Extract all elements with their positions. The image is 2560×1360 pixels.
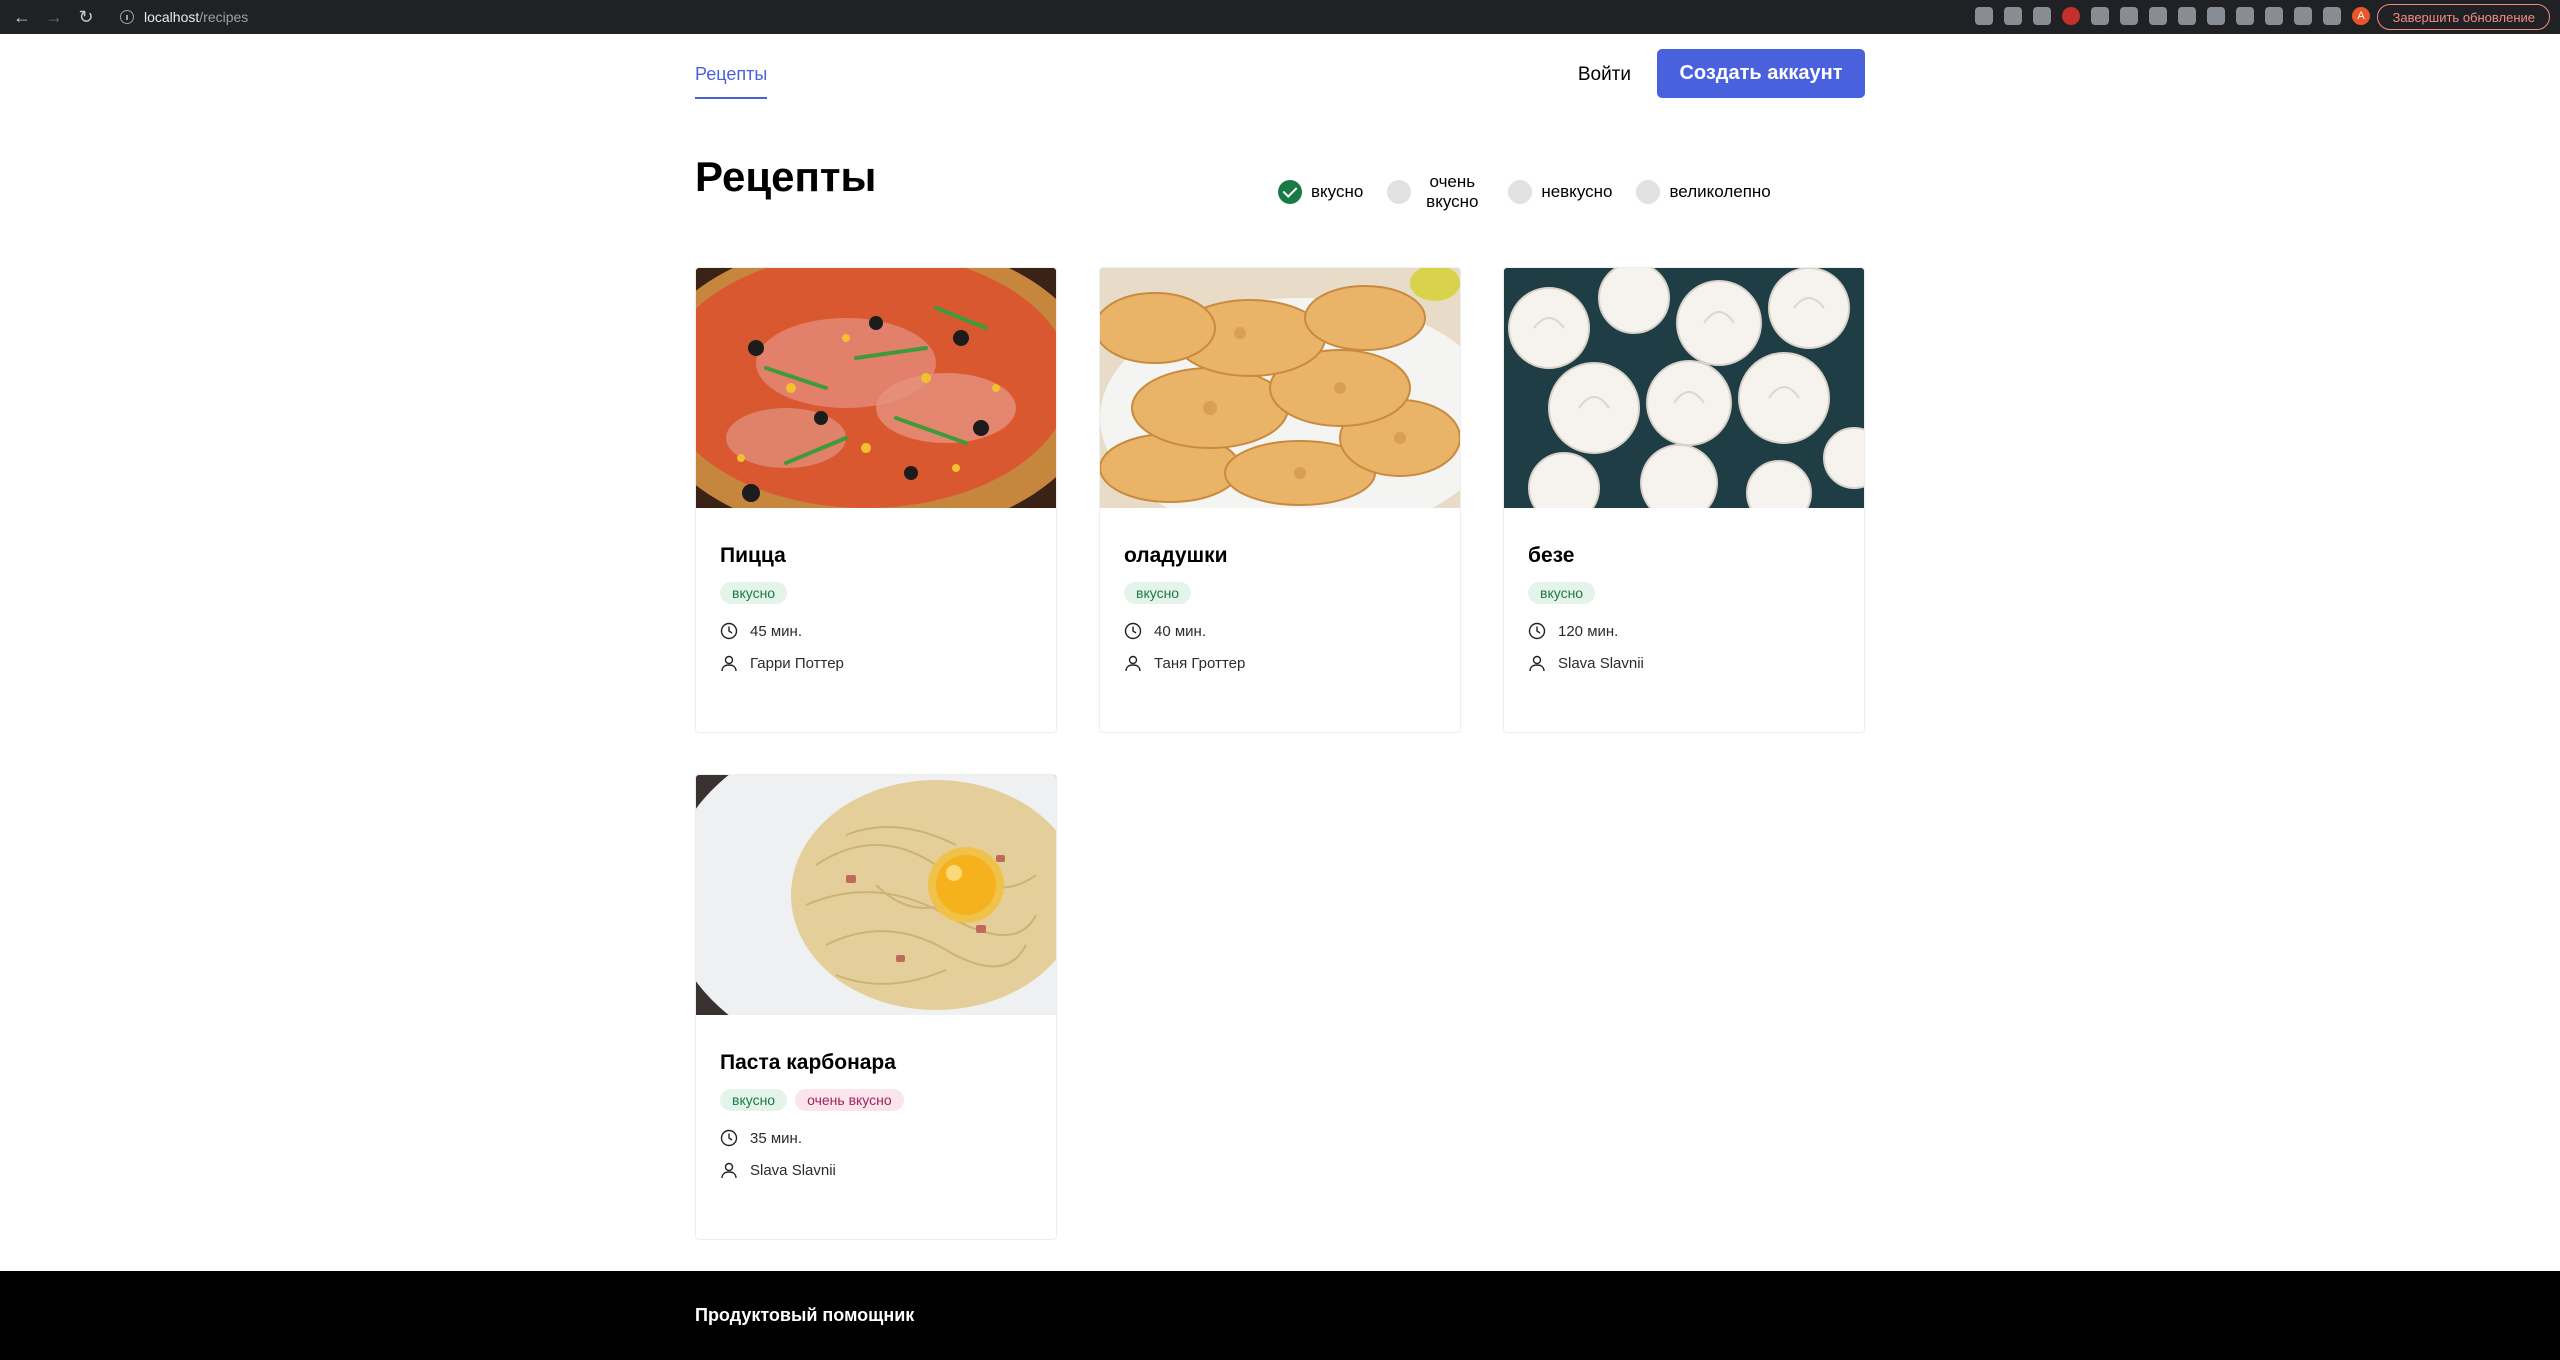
puzzle-extensions-icon[interactable] — [2265, 7, 2283, 25]
site-footer: Продуктовый помощник — [0, 1271, 2560, 1360]
extension-red-icon[interactable] — [2062, 7, 2080, 25]
filter-label-line2: вкусно — [1426, 192, 1479, 211]
user-icon — [721, 1162, 737, 1179]
browser-toolbar: ← → ↻ localhost/recipes A Завершить обно… — [0, 0, 2560, 34]
tag-badge: вкусно — [1528, 582, 1596, 604]
site-info-icon[interactable] — [120, 10, 134, 24]
clock-icon — [720, 1129, 738, 1147]
cooking-time: 45 мин. — [720, 622, 1032, 640]
recipe-card[interactable]: Паста карбонара вкусно очень вкусно 35 м… — [695, 774, 1057, 1240]
clock-icon — [720, 622, 738, 640]
install-app-icon[interactable] — [1975, 7, 1993, 25]
extension-icon[interactable] — [2120, 7, 2138, 25]
carbonara-photo[interactable] — [696, 775, 1056, 1015]
author: Таня Гроттер — [1124, 654, 1436, 672]
reload-icon[interactable]: ↻ — [74, 5, 98, 29]
filter-label-line1: очень — [1429, 172, 1476, 191]
filter-label: очень вкусно — [1420, 172, 1484, 212]
tag-badge: вкусно — [720, 582, 788, 604]
share-icon[interactable] — [2004, 7, 2022, 25]
cooking-time-text: 35 мин. — [750, 1129, 802, 1147]
meringue-photo[interactable] — [1504, 268, 1864, 508]
extension-icon[interactable] — [2091, 7, 2109, 25]
cooking-time-text: 40 мин. — [1154, 622, 1206, 640]
author: Slava Slavnii — [720, 1161, 1032, 1179]
pizza-photo[interactable] — [696, 268, 1056, 508]
recipe-card[interactable]: безе вкусно 120 мин. Slava Slavnii — [1503, 267, 1865, 733]
filter-nevkusno[interactable]: невкусно — [1508, 180, 1612, 204]
cooking-time: 120 мин. — [1528, 622, 1840, 640]
author-name[interactable]: Slava Slavnii — [750, 1162, 836, 1179]
page-title: Рецепты — [695, 153, 877, 200]
url-path: /recipes — [199, 9, 249, 25]
cooking-time-text: 120 мин. — [1558, 622, 1619, 640]
bookmark-star-icon[interactable] — [2033, 7, 2051, 25]
author-name[interactable]: Slava Slavnii — [1558, 655, 1644, 672]
recipe-title[interactable]: оладушки — [1124, 544, 1436, 568]
cooking-time: 40 мин. — [1124, 622, 1436, 640]
user-icon — [1529, 655, 1545, 672]
site-header: Рецепты Войти Создать аккаунт — [695, 34, 1865, 116]
cooking-time-text: 45 мин. — [750, 622, 802, 640]
forward-icon[interactable]: → — [42, 5, 66, 29]
update-browser-button[interactable]: Завершить обновление — [2377, 4, 2550, 30]
tag-badge: вкусно — [720, 1089, 788, 1111]
nav-recipes-link[interactable]: Рецепты — [695, 64, 768, 99]
extension-icon[interactable] — [2149, 7, 2167, 25]
user-icon — [721, 655, 737, 672]
recipe-card[interactable]: Пицца вкусно 45 мин. Гарри Поттер — [695, 267, 1057, 733]
checkbox-icon[interactable] — [1508, 180, 1533, 204]
tag-badge: вкусно — [1124, 582, 1192, 604]
extensions-bar: A — [1975, 7, 2370, 25]
author-name[interactable]: Таня Гроттер — [1154, 655, 1245, 672]
filter-ochen-vkusno[interactable]: очень вкусно — [1387, 172, 1484, 212]
author: Гарри Поттер — [720, 654, 1032, 672]
extension-icon[interactable] — [2178, 7, 2196, 25]
user-icon — [1125, 655, 1141, 672]
filter-label: вкусно — [1311, 182, 1364, 201]
extension-icon[interactable] — [2207, 7, 2225, 25]
recipe-title[interactable]: Паста карбонара — [720, 1051, 1032, 1075]
filter-vkusno[interactable]: вкусно — [1278, 180, 1363, 204]
recipe-tags: вкусно очень вкусно — [720, 1089, 1032, 1111]
profile-avatar[interactable]: A — [2352, 7, 2370, 25]
side-panel-icon[interactable] — [2323, 7, 2341, 25]
checkbox-icon[interactable] — [1387, 180, 1412, 204]
checkbox-icon[interactable] — [1636, 180, 1661, 204]
recipe-card[interactable]: оладушки вкусно 40 мин. Таня Гроттер — [1099, 267, 1461, 733]
recipe-tags: вкусно — [720, 582, 1032, 604]
pancakes-photo[interactable] — [1100, 268, 1460, 508]
author: Slava Slavnii — [1528, 654, 1840, 672]
author-name[interactable]: Гарри Поттер — [750, 655, 844, 672]
address-bar[interactable]: localhost/recipes — [108, 4, 1908, 30]
recipe-title[interactable]: Пицца — [720, 544, 1032, 568]
extension-icon[interactable] — [2236, 7, 2254, 25]
url-host: localhost — [144, 9, 200, 25]
clock-icon — [1528, 622, 1546, 640]
clock-icon — [1124, 622, 1142, 640]
recipe-tags: вкусно — [1124, 582, 1436, 604]
tag-filters: вкусно очень вкусно невкусно великолепно — [1278, 172, 1795, 212]
filter-label: великолепно — [1669, 182, 1771, 201]
signup-button[interactable]: Создать аккаунт — [1657, 49, 1865, 98]
back-icon[interactable]: ← — [10, 5, 34, 29]
filter-label: невкусно — [1541, 182, 1613, 201]
footer-brand: Продуктовый помощник — [695, 1305, 915, 1325]
tag-badge: очень вкусно — [795, 1089, 904, 1111]
recipe-tags: вкусно — [1528, 582, 1840, 604]
cooking-time: 35 мин. — [720, 1129, 1032, 1147]
download-icon[interactable] — [2294, 7, 2312, 25]
login-link[interactable]: Войти — [1578, 64, 1631, 86]
checkbox-checked-icon[interactable] — [1278, 180, 1302, 204]
recipe-title[interactable]: безе — [1528, 544, 1840, 568]
filter-velikolepno[interactable]: великолепно — [1636, 180, 1771, 204]
